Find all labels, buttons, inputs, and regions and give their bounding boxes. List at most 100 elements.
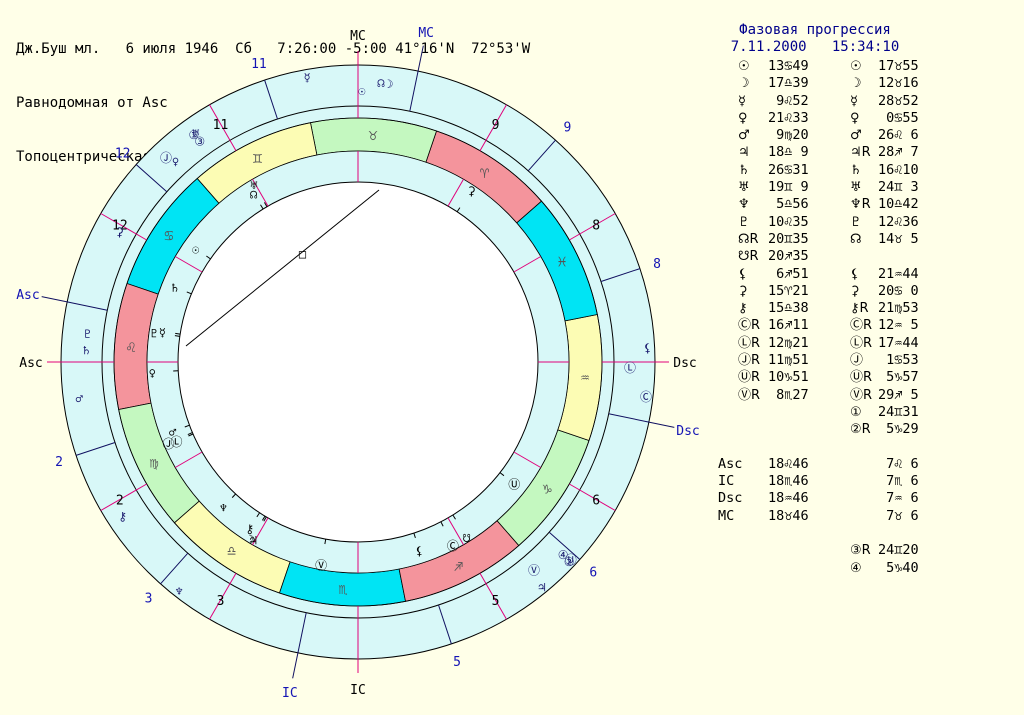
panel-subtitle: 7.11.2000 15:34:10 — [730, 39, 900, 55]
progressed-position: 24♊ 3 — [878, 179, 919, 196]
progressed-planet-glyph: ☽ — [386, 77, 393, 91]
axis-label: Dsc — [676, 424, 699, 439]
natal-point-label: ♂ — [738, 128, 750, 144]
position-table: ☉ 13♋49 ☉ 17♉55 ☽ 17♎39 ☽ 12♉16 ☿ 9♌52 ☿ 28♉52 ♀ 21♌… — [700, 58, 1024, 577]
progressed-point-label: ⚳ — [850, 283, 860, 299]
progressed-position: 5♑40 — [878, 559, 919, 576]
position-row: ♆ 5♎56 ♆R 10♎42 — [700, 196, 1024, 213]
house-number: 5 — [492, 594, 500, 609]
aspect-glyph: □ — [299, 247, 306, 261]
progressed-position: 12♒ 5 — [878, 317, 919, 334]
natal-point-label: ♄ — [738, 162, 750, 178]
position-row: ⚳ 15♈21 ⚳ 20♋ 0 — [700, 283, 1024, 300]
zodiac-sign-glyph: ♐ — [454, 557, 463, 575]
progressed-point-label: ⒸR — [850, 318, 873, 334]
position-row: ⚸ 6♐51 ⚸ 21♒44 — [700, 266, 1024, 283]
natal-planet-glyph: Ⓤ — [508, 478, 520, 492]
natal-planet-glyph: ♄ — [171, 281, 178, 295]
house-number: 9 — [564, 121, 572, 136]
natal-planet-glyph: Ⓒ — [447, 539, 459, 553]
position-row: ① 24♊31 — [700, 404, 1024, 421]
natal-point-label: ☿ — [738, 93, 746, 109]
progressed-position: 12♌36 — [878, 213, 919, 230]
natal-position: 13♋49 — [768, 58, 809, 74]
axis-label: IC — [350, 683, 366, 698]
natal-planet-tick — [174, 335, 180, 337]
position-row: ☉ 13♋49 ☉ 17♉55 — [700, 58, 1024, 75]
natal-position: 5♎56 — [768, 196, 809, 213]
progressed-position: 7♌ 6 — [878, 455, 919, 472]
zodiac-sign-glyph: ♍ — [149, 454, 158, 472]
natal-point-label: Dsc — [718, 490, 743, 507]
position-row: ②R 5♑29 — [700, 421, 1024, 438]
progressed-planet-glyph: ⚷ — [118, 509, 127, 523]
natal-position: 10♑51 — [768, 369, 809, 386]
progressed-planet-glyph: ♂ — [76, 392, 83, 406]
progressed-position: 14♉ 5 — [878, 230, 919, 247]
progressed-planet-glyph: ♄ — [83, 344, 90, 358]
position-row: ⚷ 15♎38 ⚷R 21♍53 — [700, 300, 1024, 317]
position-row: ☋R 20♐35 — [700, 248, 1024, 265]
natal-point-label: ☋R — [738, 249, 759, 265]
progressed-point-label: ☊ — [850, 231, 862, 247]
natal-point-label: ⓋR — [738, 387, 761, 403]
progressed-planet-glyph: ☊ — [377, 76, 385, 90]
natal-position: 11♍51 — [768, 352, 809, 369]
natal-position: 18♉46 — [768, 507, 809, 524]
house-number: 6 — [589, 565, 597, 580]
progressed-point-label: ♀ — [850, 110, 860, 126]
horoscope-wheel: ♈ ♉ ♊ ♋ ♌ ♍ ♎ ♏ ♐ ♑ ♒ ♓ Asc Dsc MC IC Asc Dsc MC IC 2 3 5 6 8 9 11… — [16, 26, 700, 701]
progressed-point-label: ②R — [850, 422, 871, 438]
progressed-planet-glyph: ♃ — [538, 580, 545, 594]
progressed-point-label: ♄ — [850, 162, 862, 178]
progressed-point-label: ♃R — [850, 145, 871, 161]
progressed-axis-extension — [648, 421, 675, 428]
progressed-point-label: ⚸ — [850, 266, 860, 282]
natal-position: 8♏27 — [768, 386, 809, 403]
natal-point-label: ♃ — [738, 145, 750, 161]
house-number: 3 — [145, 591, 153, 606]
natal-point-label: ♆ — [738, 197, 750, 213]
natal-planet-glyph: ⚳ — [467, 184, 476, 198]
zodiac-sign-glyph: ♎ — [227, 542, 236, 560]
progressed-point-label: ♆R — [850, 197, 871, 213]
natal-planet-glyph: ☊ — [250, 188, 258, 202]
progressed-position: 21♒44 — [878, 265, 919, 282]
natal-point-label: ☉ — [738, 59, 750, 74]
progressed-point-label: ☉ — [850, 59, 862, 74]
natal-point-label: ⒸR — [738, 318, 761, 334]
position-row: ③R 24♊20 — [700, 542, 1024, 559]
progressed-position: 24♊20 — [878, 542, 919, 559]
progressed-position: 28♉52 — [878, 92, 919, 109]
progressed-position: 10♎42 — [878, 196, 919, 213]
position-row: MC 18♉46 7♉ 6 — [700, 508, 1024, 525]
zodiac-sign-glyph: ♓ — [558, 252, 567, 270]
position-row: ♇ 10♌35 ♇ 12♌36 — [700, 214, 1024, 231]
axis-label: Dsc — [673, 356, 696, 371]
natal-planet-glyph: Ⓥ — [315, 559, 327, 573]
progressed-point-label: ♅ — [850, 180, 862, 196]
natal-position: 12♍21 — [768, 334, 809, 351]
house-number: 3 — [217, 594, 225, 609]
house-number: 11 — [251, 57, 267, 72]
position-row: ⓊR 10♑51 ⓊR 5♑57 — [700, 369, 1024, 386]
natal-position: 20♐35 — [768, 248, 809, 265]
natal-position: 9♍20 — [768, 127, 809, 144]
progressed-planet-glyph: ♇ — [84, 327, 91, 341]
natal-planet-glyph: ☋ — [463, 531, 471, 545]
house-number: 8 — [653, 257, 661, 272]
natal-position: 18♏46 — [768, 473, 809, 490]
progressed-position: 7♒ 6 — [878, 490, 919, 507]
progressed-position: 21♍53 — [878, 300, 919, 317]
natal-point-label: ⓁR — [738, 335, 761, 351]
progressed-planet-glyph: ☿ — [304, 70, 311, 84]
progressed-planet-glyph: ⚳ — [115, 225, 124, 239]
position-row: ④ 5♑40 — [700, 560, 1024, 577]
natal-point-label: ♀ — [738, 110, 748, 126]
zodiac-sign-glyph: ♑ — [543, 479, 552, 497]
progression-panel: Фазовая прогрессия 7.11.2000 15:34:10 ☉ 1… — [700, 22, 1024, 577]
progressed-position: 29♐ 5 — [878, 386, 919, 403]
natal-point-label: ⚷ — [738, 301, 748, 317]
progressed-point-label: ♂ — [850, 128, 862, 144]
house-number: 5 — [453, 655, 461, 670]
